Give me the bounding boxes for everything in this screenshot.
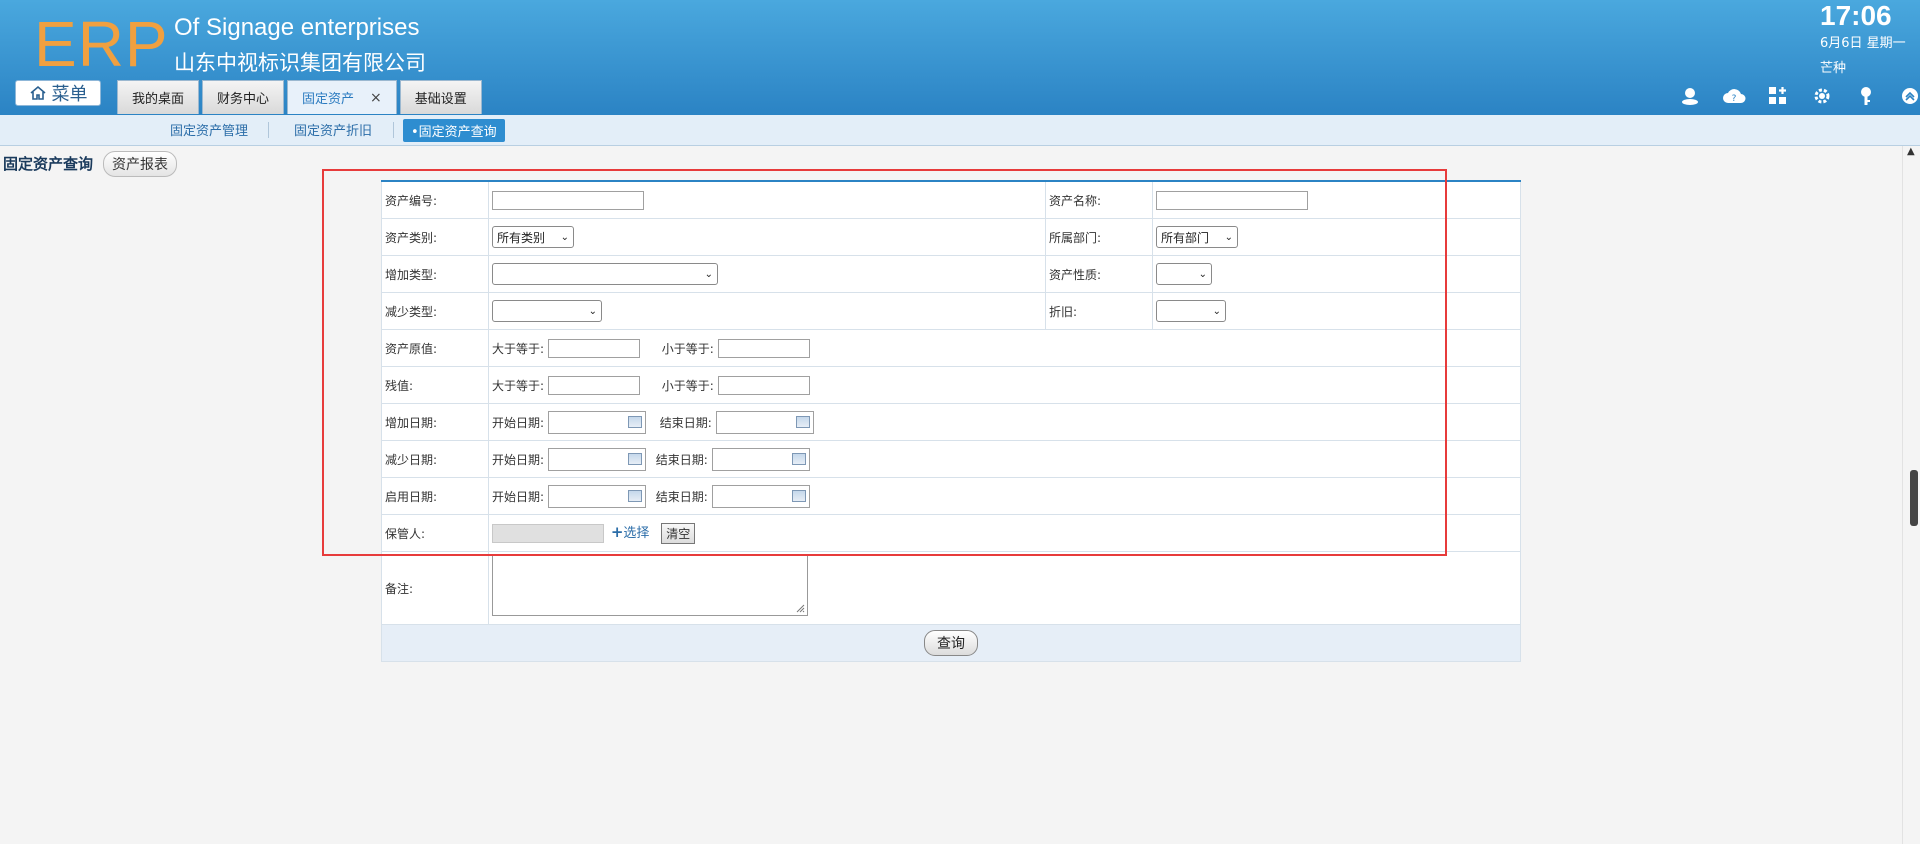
tab-my-desktop[interactable]: 我的桌面 — [117, 80, 200, 114]
gear-icon[interactable] — [1800, 85, 1844, 107]
form-footer: 查询 — [381, 624, 1521, 662]
custodian-label: 保管人: — [381, 514, 489, 552]
start-date-label: 开始日期: — [492, 452, 545, 467]
end-date-label: 结束日期: — [659, 415, 712, 430]
gte-label: 大于等于: — [492, 378, 545, 393]
calendar-icon[interactable] — [795, 416, 810, 428]
lte-label: 小于等于: — [661, 378, 714, 393]
asset-name-label: 资产名称: — [1045, 180, 1153, 219]
home-icon — [29, 85, 46, 100]
calendar-icon[interactable] — [791, 490, 806, 502]
gte-label: 大于等于: — [492, 341, 545, 356]
end-date-label: 结束日期: — [655, 489, 708, 504]
calendar-icon[interactable] — [628, 416, 643, 428]
subnav-divider — [393, 122, 394, 138]
asset-name-input[interactable] — [1156, 190, 1308, 210]
decrease-type-select[interactable]: ⌄ — [492, 300, 602, 322]
plus-icon: + — [610, 523, 624, 541]
asset-nature-label: 资产性质: — [1045, 255, 1153, 293]
asset-nature-select[interactable]: ⌄ — [1156, 263, 1212, 285]
date-display: 6月6日 星期一 — [1820, 36, 1906, 51]
start-date-label: 开始日期: — [492, 415, 545, 430]
chevron-down-icon: ⌄ — [704, 268, 713, 280]
resize-grip-icon[interactable] — [795, 603, 805, 613]
chevron-down-icon: ⌄ — [1212, 305, 1221, 317]
app-header: ERP Of Signage enterprises 山东中视标识集团有限公司 … — [0, 0, 1920, 115]
choose-custodian-link[interactable]: +选择 — [610, 523, 650, 541]
residual-value-label: 残值: — [381, 366, 489, 404]
original-value-label: 资产原值: — [381, 329, 489, 367]
increase-end-date-input[interactable] — [715, 410, 814, 434]
subnav-asset-depreciation[interactable]: 固定资产折旧 — [294, 120, 372, 139]
page-title: 固定资产查询 — [3, 155, 94, 173]
key-icon[interactable] — [1844, 85, 1888, 107]
lte-label: 小于等于: — [661, 341, 714, 356]
scroll-handle[interactable] — [1910, 470, 1918, 526]
clear-button[interactable]: 清空 — [661, 523, 696, 544]
collapse-icon[interactable] — [1888, 85, 1920, 107]
asset-no-input[interactable] — [492, 190, 644, 210]
calendar-icon[interactable] — [628, 453, 643, 465]
decrease-start-date-input[interactable] — [548, 447, 647, 471]
page-scrollbar[interactable]: ▲ — [1902, 146, 1920, 844]
subnav-divider — [268, 122, 269, 138]
solar-term: 芒种 — [1820, 61, 1847, 76]
residual-value-min-input[interactable] — [548, 375, 641, 395]
enable-date-label: 启用日期: — [381, 477, 489, 515]
erp-logo: ERP — [34, 8, 169, 80]
increase-start-date-input[interactable] — [548, 410, 647, 434]
tab-finance-center[interactable]: 财务中心 — [202, 80, 285, 114]
depreciation-label: 折旧: — [1045, 292, 1153, 330]
company-name-cn: 山东中视标识集团有限公司 — [174, 51, 426, 75]
chevron-down-icon: ⌄ — [1224, 231, 1233, 243]
query-form: 资产编号: 资产名称: 资产类别: 所有类别 ⌄ 所属部门: 所有部门 ⌄ 增加类型… — [381, 180, 1521, 662]
increase-date-label: 增加日期: — [381, 403, 489, 441]
increase-type-label: 增加类型: — [381, 255, 489, 293]
cloud-help-icon[interactable]: ? — [1712, 85, 1756, 107]
decrease-type-label: 减少类型: — [381, 292, 489, 330]
add-widget-icon[interactable] — [1756, 85, 1800, 107]
remarks-textarea[interactable] — [492, 554, 808, 616]
enable-end-date-input[interactable] — [711, 484, 810, 508]
calendar-icon[interactable] — [628, 490, 643, 502]
chevron-down-icon: ⌄ — [1198, 268, 1207, 280]
sub-navigation: 固定资产管理 固定资产折旧 •固定资产查询 — [0, 115, 1920, 146]
remarks-label: 备注: — [381, 551, 489, 625]
original-value-min-input[interactable] — [548, 338, 641, 358]
user-icon[interactable] — [1668, 85, 1712, 107]
clock: 17:06 — [1820, 0, 1892, 31]
depreciation-select[interactable]: ⌄ — [1156, 300, 1226, 322]
asset-category-select[interactable]: 所有类别 ⌄ — [492, 226, 574, 248]
chevron-down-icon: ⌄ — [588, 305, 597, 317]
original-value-max-input[interactable] — [717, 338, 810, 358]
start-date-label: 开始日期: — [492, 489, 545, 504]
chevron-down-icon: ⌄ — [560, 231, 569, 243]
menu-label: 菜单 — [51, 84, 88, 105]
calendar-icon[interactable] — [791, 453, 806, 465]
query-button[interactable]: 查询 — [924, 630, 978, 656]
header-toolbar: ? — [1668, 85, 1920, 107]
custodian-input — [492, 524, 604, 543]
residual-value-max-input[interactable] — [717, 375, 810, 395]
subnav-asset-query[interactable]: •固定资产查询 — [403, 119, 505, 142]
asset-no-label: 资产编号: — [381, 180, 489, 219]
asset-category-label: 资产类别: — [381, 218, 489, 256]
decrease-end-date-input[interactable] — [711, 447, 810, 471]
department-label: 所属部门: — [1045, 218, 1153, 256]
asset-report-button[interactable]: 资产报表 — [103, 151, 177, 177]
end-date-label: 结束日期: — [655, 452, 708, 467]
increase-type-select[interactable]: ⌄ — [492, 263, 718, 285]
subnav-asset-management[interactable]: 固定资产管理 — [170, 120, 248, 139]
enable-start-date-input[interactable] — [548, 484, 647, 508]
decrease-date-label: 减少日期: — [381, 440, 489, 478]
tab-fixed-assets[interactable]: 固定资产 × — [287, 80, 397, 114]
main-tabs: 我的桌面 财务中心 固定资产 × 基础设置 — [117, 80, 485, 114]
company-name-en: Of Signage enterprises — [174, 14, 420, 41]
tab-basic-settings[interactable]: 基础设置 — [399, 80, 482, 114]
menu-button[interactable]: 菜单 — [15, 80, 101, 106]
department-select[interactable]: 所有部门 ⌄ — [1156, 226, 1238, 248]
svg-text:?: ? — [1732, 94, 1737, 104]
close-icon[interactable]: × — [370, 90, 382, 106]
scroll-up-icon[interactable]: ▲ — [1907, 146, 1915, 157]
